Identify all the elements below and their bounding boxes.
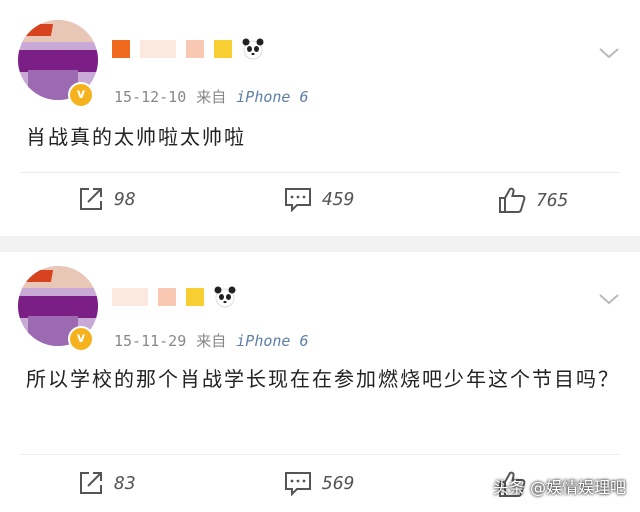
chevron-down-icon[interactable]	[598, 288, 620, 310]
share-icon	[80, 188, 102, 210]
post-text: 所以学校的那个肖战学长现在在参加燃烧吧少年这个节目吗？	[26, 367, 620, 391]
verified-badge: v	[68, 82, 94, 108]
panda-icon	[214, 286, 236, 308]
pixel-block	[186, 288, 204, 306]
verified-badge: v	[68, 326, 94, 352]
source-link[interactable]: iPhone 6	[236, 88, 308, 106]
post-text: 肖战真的太帅啦太帅啦	[26, 125, 246, 149]
share-icon	[80, 472, 102, 494]
comment-icon	[285, 188, 311, 212]
watermark: 头条 @娱情娱理吧	[492, 478, 626, 497]
share-button[interactable]: 83	[78, 470, 136, 496]
share-count: 98	[114, 188, 136, 210]
pixel-block	[112, 40, 130, 58]
source-prefix: 来自	[196, 332, 227, 350]
pixel-block	[112, 288, 148, 306]
share-count: 83	[114, 472, 136, 494]
divider	[20, 454, 620, 455]
post-date: 15-11-29	[114, 332, 187, 350]
username-pixelated[interactable]	[112, 38, 264, 60]
like-count: 765	[536, 189, 569, 211]
share-button[interactable]: 98	[78, 186, 136, 212]
comment-button[interactable]: 569	[284, 470, 355, 496]
pixel-block	[140, 40, 176, 58]
comment-icon	[285, 472, 311, 496]
comment-button[interactable]: 459	[284, 186, 355, 212]
weibo-post-1: v 15-12-10 来自 iPhone 6 肖战真的太帅啦太帅啦 98 459…	[0, 0, 640, 236]
action-bar: 98 459 765	[0, 186, 640, 222]
post-meta: 15-11-29 来自 iPhone 6	[114, 330, 309, 351]
pixel-block	[214, 40, 232, 58]
like-icon	[499, 187, 526, 213]
panda-icon	[242, 38, 264, 60]
pixel-block	[186, 40, 204, 58]
username-pixelated[interactable]	[112, 286, 236, 308]
comment-count: 459	[322, 188, 355, 210]
comment-count: 569	[322, 472, 355, 494]
chevron-down-icon[interactable]	[598, 42, 620, 64]
post-meta: 15-12-10 来自 iPhone 6	[114, 86, 309, 107]
like-button[interactable]: 765	[498, 186, 569, 214]
source-link[interactable]: iPhone 6	[236, 332, 308, 350]
source-prefix: 来自	[196, 88, 227, 106]
post-date: 15-12-10	[114, 88, 187, 106]
divider	[20, 172, 620, 173]
weibo-post-2: v 15-11-29 来自 iPhone 6 所以学校的那个肖战学长现在在参加燃烧吧…	[0, 252, 640, 512]
pixel-block	[158, 288, 176, 306]
